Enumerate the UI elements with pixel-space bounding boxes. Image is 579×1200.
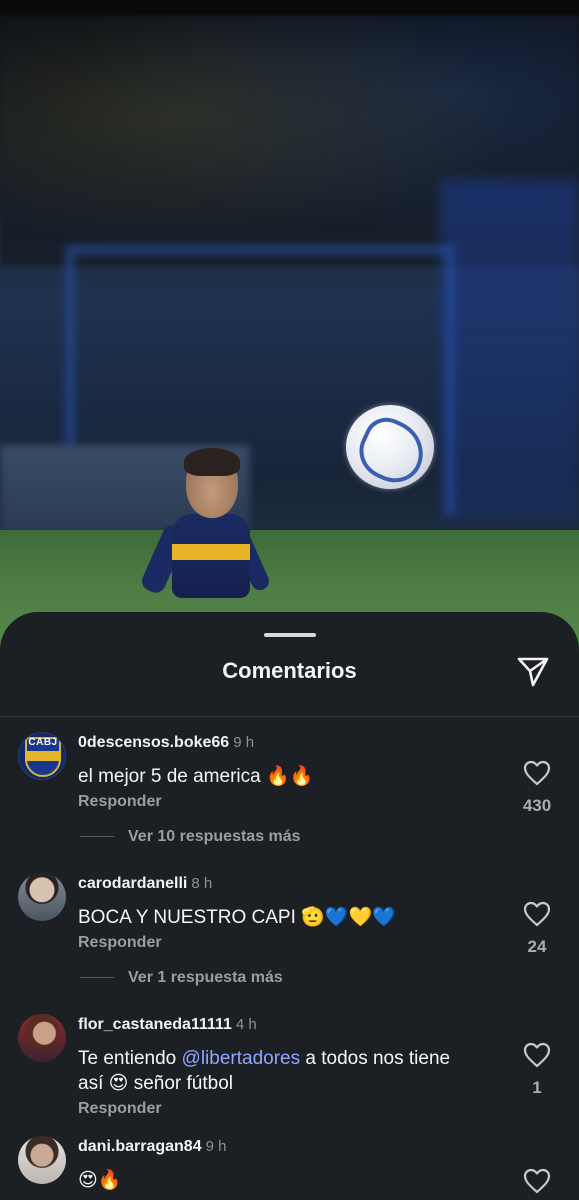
player-figure — [138, 448, 272, 612]
comment-username[interactable]: carodardanelli — [78, 875, 187, 892]
reply-button[interactable]: Responder — [78, 1100, 162, 1118]
comment-time: 8 h — [191, 875, 213, 892]
reply-button[interactable]: Responder — [78, 934, 162, 952]
like-button[interactable] — [523, 1168, 551, 1194]
share-button[interactable] — [515, 654, 551, 688]
comment-text: 😍🔥 — [78, 1170, 122, 1191]
sheet-divider — [0, 716, 579, 717]
post-image — [0, 0, 579, 660]
heart-icon — [523, 1168, 551, 1194]
send-icon — [517, 657, 549, 687]
drag-handle[interactable] — [264, 633, 316, 637]
comment-username[interactable]: dani.barragan84 — [78, 1138, 202, 1155]
comments-sheet: Comentarios CABJ 0descensos.boke66 9 h el… — [0, 612, 579, 1200]
avatar[interactable]: CABJ — [18, 732, 66, 780]
like-count: 1 — [532, 1078, 542, 1097]
heart-icon — [523, 1042, 551, 1068]
comment-time: 4 h — [235, 1016, 257, 1033]
comment-text: el mejor 5 de america 🔥🔥 — [78, 766, 314, 787]
comment-username[interactable]: flor_castaneda11111 — [78, 1016, 232, 1033]
heart-icon — [523, 901, 551, 927]
comment-text: BOCA Y NUESTRO CAPI 🫡💙💛💙 — [78, 907, 396, 928]
like-count: 24 — [527, 937, 547, 956]
comment-text: Te entiendo @libertadores a todos nos ti… — [78, 1048, 451, 1094]
sheet-title: Comentarios — [222, 658, 357, 683]
reply-button[interactable]: Responder — [78, 793, 162, 811]
like-button[interactable] — [523, 760, 551, 786]
status-bar — [0, 0, 579, 16]
like-count: 430 — [522, 796, 552, 815]
comment-time: 9 h — [205, 1138, 227, 1155]
avatar[interactable] — [18, 1014, 66, 1062]
view-replies-button[interactable]: Ver 1 respuesta más — [80, 969, 283, 987]
avatar[interactable] — [18, 873, 66, 921]
football — [346, 405, 434, 489]
stadium-side — [440, 180, 579, 520]
view-replies-button[interactable]: Ver 10 respuestas más — [80, 828, 301, 846]
mention-link[interactable]: @libertadores — [182, 1048, 301, 1069]
avatar-text: CABJ — [28, 737, 58, 748]
avatar[interactable] — [18, 1136, 66, 1184]
heart-icon — [523, 760, 551, 786]
like-button[interactable] — [523, 1042, 551, 1068]
comment-username[interactable]: 0descensos.boke66 — [78, 734, 229, 751]
comment-time: 9 h — [233, 734, 255, 751]
like-button[interactable] — [523, 901, 551, 927]
